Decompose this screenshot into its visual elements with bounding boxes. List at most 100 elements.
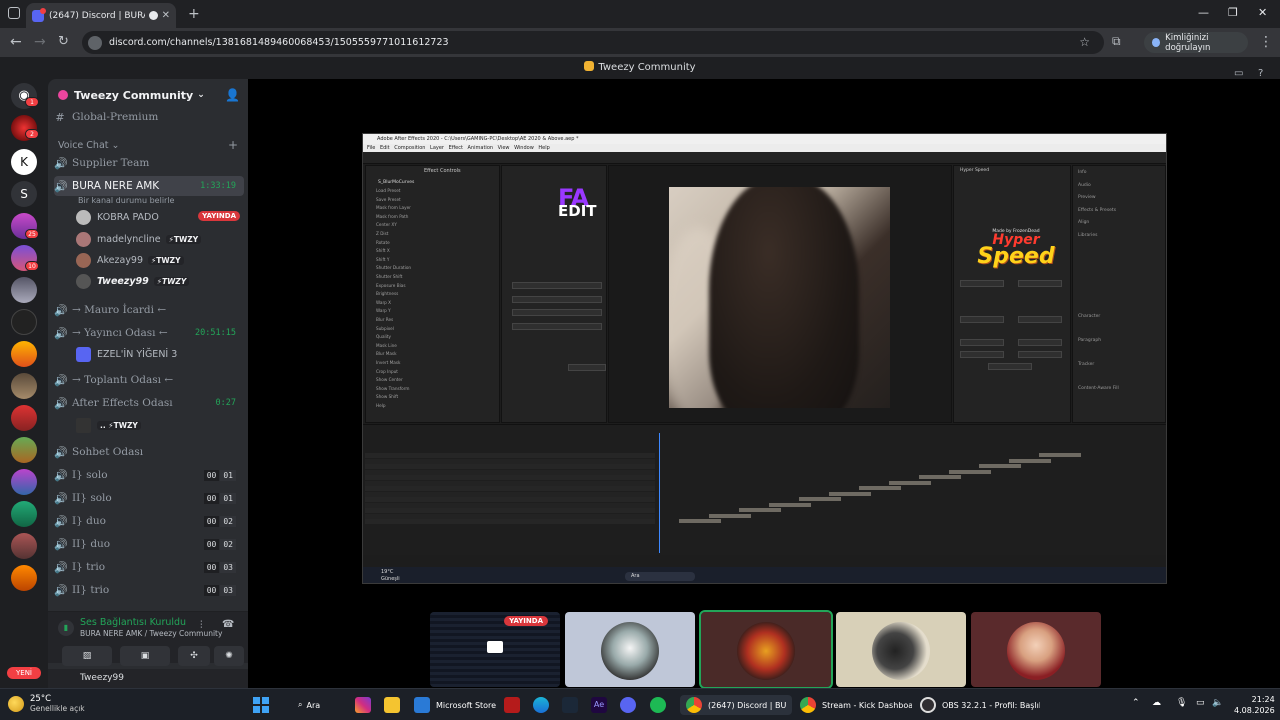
server-icon[interactable] [11, 437, 37, 463]
site-info-icon[interactable] [88, 35, 102, 50]
voice-member[interactable]: EZEL'İN YİĞENİ 3 [76, 344, 246, 364]
ae-tab-effect-controls: Effect Controls [424, 168, 461, 174]
channel-mauro-icardi[interactable]: 🔊 → Mauro İcardi ← [54, 300, 244, 320]
tray-chevron-icon[interactable]: ⌃ [1132, 698, 1140, 708]
channel-sohbet-odasi[interactable]: 🔊 Sohbet Odası [54, 442, 244, 462]
channel-after-effects[interactable]: 🔊 After Effects Odası 0:27 [54, 393, 244, 413]
bookmark-star-icon[interactable]: ☆ [1079, 35, 1090, 49]
member-name: madelyncline [97, 233, 161, 245]
minimize-button[interactable]: — [1198, 6, 1209, 19]
server-icon-k[interactable]: K [11, 149, 37, 175]
soundboard-button[interactable]: ✺ [214, 646, 244, 666]
participant-tile[interactable] [971, 612, 1101, 687]
taskbar-search[interactable]: ⌕ Ara [298, 695, 320, 715]
voice-member[interactable]: .. ⚡TWZY [76, 415, 246, 435]
mic-icon[interactable]: 🎙 [1176, 698, 1187, 708]
ae-right-panel-item: Character [1078, 314, 1101, 319]
channel-status[interactable]: Bir kanal durumu belirle [78, 196, 174, 205]
channel-toplanti-odasi[interactable]: 🔊 → Toplantı Odası ← [54, 370, 244, 390]
taskbar-after-effects[interactable]: Ae [591, 695, 613, 715]
server-icon-s[interactable]: S [11, 181, 37, 207]
taskbar-clock[interactable]: 21:24 4.08.2026 [1234, 694, 1275, 716]
participant-tile-stream[interactable]: YAYINDA [430, 612, 560, 687]
voice-chat-category[interactable]: Voice Chat ⌄ + [58, 138, 238, 152]
channel-global-premium[interactable]: # Global-Premium [54, 107, 244, 127]
channel-supplier-team[interactable]: 🔊 Supplier Team [54, 153, 244, 173]
server-icon[interactable] [11, 277, 37, 303]
voice-member[interactable]: Akezay99 ⚡TWZY [76, 250, 246, 270]
channel-yayinci-odasi[interactable]: 🔊 → Yayıncı Odası ← 20:51:15 [54, 323, 244, 343]
camera-off-button[interactable]: ▨ [62, 646, 112, 666]
add-channel-icon[interactable]: + [228, 138, 238, 152]
taskbar-chrome-discord[interactable]: (2647) Discord | BURA N [680, 695, 792, 715]
signal-icon[interactable]: ▮ [58, 620, 74, 636]
browser-tab-discord[interactable]: (2647) Discord | BURA NERE ✕ [26, 3, 176, 28]
channel-duo-2[interactable]: 🔊 II} duo 00 02 [54, 534, 244, 554]
taskbar-chrome-kick[interactable]: Stream - Kick Dashboar [800, 695, 912, 715]
channel-duo-1[interactable]: 🔊 I} duo 00 02 [54, 511, 244, 531]
taskbar-microsoft-store[interactable]: Microsoft Store [414, 695, 496, 715]
ae-fx-row: Center XY [376, 222, 397, 228]
taskbar-instagram[interactable] [355, 695, 377, 715]
taskbar-discord[interactable] [620, 695, 642, 715]
voice-member-self[interactable]: Tweezy99 ⚡TWZY [76, 271, 246, 291]
voice-member[interactable]: madelyncline ⚡TWZY [76, 229, 246, 249]
ae-layer-row [365, 519, 655, 524]
channel-solo-1[interactable]: 🔊 I} solo 00 01 [54, 465, 244, 485]
taskbar-file-explorer[interactable] [384, 695, 406, 715]
activities-button[interactable]: ✣ [178, 646, 210, 666]
channel-trio-2[interactable]: 🔊 II} trio 00 03 [54, 580, 244, 600]
noise-suppression-icon[interactable]: ⫶ [200, 620, 203, 631]
taskbar-app[interactable] [504, 695, 526, 715]
server-icon[interactable] [11, 533, 37, 559]
volume-icon[interactable]: 🔈 [1212, 698, 1223, 708]
disconnect-icon[interactable]: ☎ [222, 619, 234, 630]
server-icon[interactable] [11, 341, 37, 367]
browser-menu-icon[interactable]: ⋮ [1259, 34, 1273, 50]
start-button[interactable] [253, 697, 269, 713]
server-icon[interactable] [11, 373, 37, 399]
server-icon[interactable] [11, 405, 37, 431]
taskbar-obs[interactable]: OBS 32.2.1 - Profil: Başlıl [920, 695, 1040, 715]
guild-icon [58, 90, 68, 100]
participant-tile[interactable] [836, 612, 966, 687]
channel-solo-2[interactable]: 🔊 II} solo 00 01 [54, 488, 244, 508]
server-icon[interactable] [11, 469, 37, 495]
avatar [76, 252, 91, 268]
new-badge[interactable]: YENİ [7, 667, 41, 679]
new-tab-button[interactable]: + [188, 6, 200, 22]
forward-icon[interactable]: → [34, 34, 46, 50]
network-icon[interactable]: ▭ [1196, 698, 1205, 708]
taskbar-edge[interactable] [533, 695, 555, 715]
weather-widget[interactable]: 25°C Genellikle açık [8, 694, 85, 713]
invite-icon[interactable]: 👤 [225, 88, 240, 102]
tray-app-icon[interactable]: ☁ [1152, 698, 1161, 708]
ae-fx-row: Rotate [376, 239, 390, 245]
voice-connected-label[interactable]: Ses Bağlantısı Kuruldu [80, 617, 186, 628]
screen-share-stream[interactable]: Adobe After Effects 2020 - C:\Users\GAMI… [362, 133, 1167, 584]
back-icon[interactable]: ← [10, 34, 22, 50]
server-icon[interactable] [11, 501, 37, 527]
hyper-speed-logo: Made by FrozenDead Hyper Speed [971, 229, 1061, 268]
extensions-icon[interactable]: ⧉ [1112, 34, 1121, 49]
taskbar-spotify[interactable] [650, 695, 672, 715]
channel-bura-nere-amk[interactable]: 🔊 BURA NERE AMK 1:33:19 [54, 176, 244, 196]
address-bar[interactable]: discord.com/channels/1381681489460068453… [82, 31, 1104, 54]
tab-search-icon[interactable] [8, 7, 20, 19]
server-icon[interactable] [11, 309, 37, 335]
screen-share-button[interactable]: ▣ [120, 646, 170, 666]
close-window-button[interactable]: ✕ [1258, 6, 1267, 19]
ae-button [960, 351, 1004, 358]
reload-icon[interactable]: ↻ [58, 34, 69, 49]
verify-identity-button[interactable]: Kimliğinizi doğrulayın [1144, 32, 1248, 53]
participant-tile[interactable] [565, 612, 695, 687]
avatar [76, 346, 91, 362]
server-icon[interactable] [11, 565, 37, 591]
user-panel[interactable]: Tweezy99 [48, 669, 248, 688]
maximize-button[interactable]: ❐ [1228, 6, 1238, 19]
audio-playing-icon[interactable] [148, 11, 158, 20]
taskbar-steam[interactable] [562, 695, 584, 715]
channel-trio-1[interactable]: 🔊 I} trio 00 03 [54, 557, 244, 577]
participant-tile-selected[interactable] [699, 610, 833, 689]
close-tab-icon[interactable]: ✕ [162, 10, 170, 21]
